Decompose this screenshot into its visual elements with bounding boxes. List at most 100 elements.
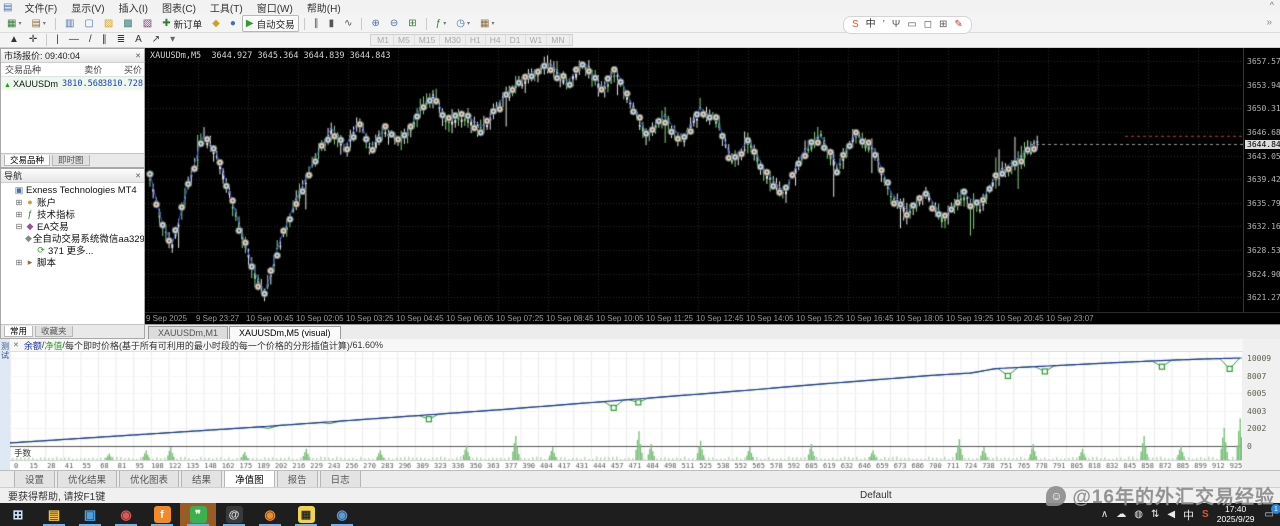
nav-accounts[interactable]: ⊞ ● 账户 bbox=[1, 196, 144, 208]
taskbar-app-red[interactable]: ◉ bbox=[108, 503, 144, 526]
data-window-button[interactable]: ▢ bbox=[80, 15, 97, 32]
strategy-tester-button[interactable]: ▧ bbox=[139, 15, 156, 32]
bar-chart-button[interactable]: ∥ bbox=[310, 15, 323, 32]
timeframe-w1[interactable]: W1 bbox=[526, 35, 548, 45]
zoom-out-button[interactable]: ⊖ bbox=[386, 15, 402, 32]
menu-overflow-chevron-icon[interactable]: ^ bbox=[1270, 0, 1274, 10]
timeframe-h4[interactable]: H4 bbox=[486, 35, 506, 45]
text-tool[interactable]: A bbox=[131, 32, 146, 49]
timeframe-m30[interactable]: M30 bbox=[440, 35, 466, 45]
taskbar-wechat[interactable]: ❞ bbox=[180, 503, 216, 526]
nav-scripts[interactable]: ⊞ ▸ 脚本 bbox=[1, 256, 144, 269]
profiles-button[interactable]: ▤ ▾ bbox=[27, 15, 49, 32]
ime-skin-icon[interactable]: ◻ bbox=[924, 18, 932, 32]
line-chart-button[interactable]: ∿ bbox=[340, 15, 356, 32]
menu-file[interactable]: 文件(F) bbox=[17, 4, 64, 15]
tester-tab-results[interactable]: 结果 bbox=[181, 470, 223, 488]
navigator-close-icon[interactable]: ✕ bbox=[135, 172, 141, 180]
vertical-line-tool[interactable]: | bbox=[52, 32, 63, 49]
trendline-tool[interactable]: / bbox=[85, 32, 96, 49]
templates-button[interactable]: ▦ ▾ bbox=[476, 15, 498, 32]
tree-expand-icon[interactable]: ⊟ bbox=[14, 222, 24, 231]
metaeditor-button[interactable]: ◆ bbox=[208, 15, 224, 32]
tree-expand-icon[interactable]: ⊞ bbox=[14, 210, 24, 219]
tree-expand-icon[interactable]: ⊞ bbox=[14, 258, 24, 267]
timeframe-d1[interactable]: D1 bbox=[506, 35, 526, 45]
taskbar-app-at[interactable]: @ bbox=[216, 503, 252, 526]
nav-ea-fully-auto[interactable]: ◆全自动交易系统微信aa3290594 bbox=[1, 232, 144, 245]
ime-punctuation-icon[interactable]: ’ bbox=[883, 18, 885, 32]
ime-mic-icon[interactable]: Ψ bbox=[892, 18, 900, 32]
taskbar-explorer[interactable]: ▤ bbox=[36, 503, 72, 526]
taskbar-app-f[interactable]: f bbox=[144, 503, 180, 526]
timeframe-m15[interactable]: M15 bbox=[415, 35, 441, 45]
tester-tab-opt-graph[interactable]: 优化图表 bbox=[119, 470, 180, 488]
tester-close-icon[interactable]: ✕ bbox=[13, 341, 19, 349]
menu-view[interactable]: 显示(V) bbox=[64, 4, 111, 15]
candlestick-button[interactable]: ▮ bbox=[325, 15, 339, 32]
mw-tab-symbols[interactable]: 交易品种 bbox=[4, 155, 51, 166]
tray-sogou-icon[interactable]: S bbox=[1202, 509, 1209, 520]
sogou-logo-icon[interactable]: S bbox=[852, 18, 859, 32]
tester-tab-report[interactable]: 报告 bbox=[276, 470, 318, 488]
terminal-button[interactable]: ▩ bbox=[119, 15, 136, 32]
timeframe-m5[interactable]: M5 bbox=[394, 35, 415, 45]
symbol-row-xauusdm[interactable]: ▲ XAUUSDm 3810.568 3810.728 bbox=[1, 77, 144, 90]
menu-window[interactable]: 窗口(W) bbox=[250, 4, 300, 15]
notification-icon[interactable]: ▭ 1 bbox=[1265, 504, 1280, 520]
autotrading-button[interactable]: ▶ 自动交易 bbox=[241, 15, 299, 32]
ime-chinese-icon[interactable]: 中 bbox=[866, 18, 876, 32]
timeframe-mn[interactable]: MN bbox=[547, 35, 570, 45]
menu-insert[interactable]: 插入(I) bbox=[112, 4, 155, 15]
channel-tool[interactable]: ∥ bbox=[98, 32, 111, 49]
timeframe-m1[interactable]: M1 bbox=[373, 35, 394, 45]
fibonacci-tool[interactable]: ≣ bbox=[113, 32, 129, 49]
menu-tools[interactable]: 工具(T) bbox=[203, 4, 250, 15]
new-order-button[interactable]: ✚ 新订单 bbox=[158, 15, 206, 32]
new-chart-button[interactable]: ▦ ▾ bbox=[3, 15, 25, 32]
menu-help[interactable]: 帮助(H) bbox=[300, 4, 348, 15]
toolbar-overflow-chevron-icon[interactable]: » bbox=[1266, 17, 1272, 28]
crosshair-tool[interactable]: ✛ bbox=[25, 32, 41, 49]
timeframe-h1[interactable]: H1 bbox=[466, 35, 486, 45]
chart-tab-m1[interactable]: XAUUSDm,M1 bbox=[148, 326, 229, 339]
menu-charts[interactable]: 图表(C) bbox=[155, 4, 203, 15]
tray-cloud-icon[interactable]: ☁ bbox=[1116, 509, 1126, 520]
horizontal-line-tool[interactable]: — bbox=[65, 32, 83, 49]
nav-indicators[interactable]: ⊞ ƒ 技术指标 bbox=[1, 208, 144, 220]
nav-tab-common[interactable]: 常用 bbox=[4, 326, 34, 337]
taskbar-app-window[interactable]: ▣ bbox=[72, 503, 108, 526]
tray-volume-icon[interactable]: ◀ bbox=[1167, 509, 1175, 520]
tray-network-icon[interactable]: ⇅ bbox=[1151, 509, 1159, 520]
taskbar-app-yellow[interactable]: ▦ bbox=[288, 503, 324, 526]
chart-tab-m5-visual[interactable]: XAUUSDm,M5 (visual) bbox=[229, 326, 341, 339]
arrows-tool[interactable]: ↗ bbox=[148, 32, 164, 49]
taskbar-chrome[interactable]: ◉ bbox=[324, 503, 360, 526]
community-button[interactable]: ● bbox=[226, 15, 240, 32]
periods-button[interactable]: ◷ ▾ bbox=[452, 15, 474, 32]
ime-toolbox-icon[interactable]: ⊞ bbox=[939, 18, 947, 32]
zoom-in-button[interactable]: ⊕ bbox=[367, 15, 383, 32]
mw-tab-tick-chart[interactable]: 即时图 bbox=[52, 155, 90, 166]
market-watch-button[interactable]: ▥ bbox=[61, 15, 78, 32]
tray-app-icon[interactable]: ◍ bbox=[1134, 509, 1143, 520]
navigator-button[interactable]: ▨ bbox=[100, 15, 117, 32]
nav-tab-favorites[interactable]: 收藏夹 bbox=[35, 326, 73, 337]
tester-tab-settings[interactable]: 设置 bbox=[14, 470, 56, 488]
ime-keyboard-icon[interactable]: ▭ bbox=[907, 18, 916, 32]
tester-tab-opt-results[interactable]: 优化结果 bbox=[57, 470, 118, 488]
equity-graph-canvas[interactable] bbox=[10, 352, 1242, 470]
shapes-tool[interactable]: ▾ bbox=[166, 32, 179, 49]
start-button[interactable]: ⊞ bbox=[0, 503, 36, 526]
tile-windows-button[interactable]: ⊞ bbox=[404, 15, 420, 32]
tree-expand-icon[interactable]: ⊞ bbox=[14, 198, 24, 207]
cursor-tool[interactable]: ▲ bbox=[5, 32, 23, 49]
indicators-button[interactable]: ƒ ▾ bbox=[432, 15, 451, 32]
nav-ea-more[interactable]: ⟳ 371 更多... bbox=[1, 244, 144, 257]
taskbar-app-orange[interactable]: ◉ bbox=[252, 503, 288, 526]
tester-tab-journal[interactable]: 日志 bbox=[319, 470, 361, 488]
tester-tab-graph[interactable]: 净值图 bbox=[224, 470, 275, 488]
price-chart-canvas[interactable] bbox=[145, 48, 1243, 312]
ime-wrench-icon[interactable]: ✎ bbox=[954, 18, 962, 32]
tray-chevron-icon[interactable]: ∧ bbox=[1101, 509, 1108, 520]
